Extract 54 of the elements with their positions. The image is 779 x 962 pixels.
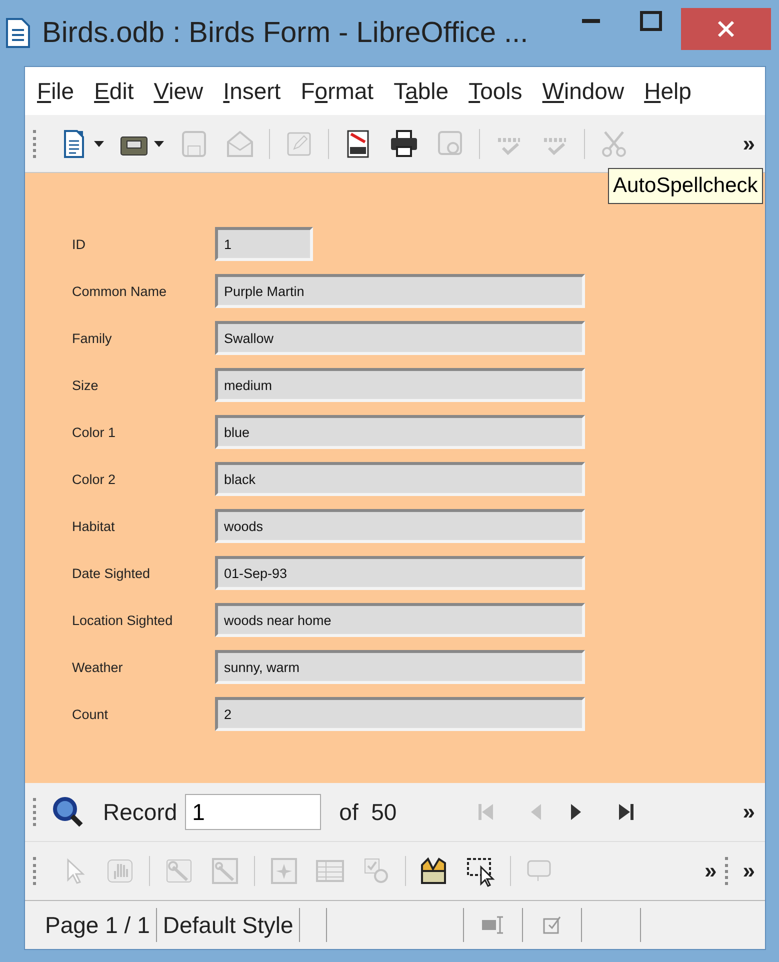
print-icon[interactable] xyxy=(388,128,420,160)
field-label: Color 1 xyxy=(72,424,117,440)
insert-mode-icon xyxy=(481,915,506,935)
menu-item[interactable]: Insert xyxy=(213,78,291,104)
menu-item[interactable]: File xyxy=(27,78,84,104)
select-rect-icon[interactable] xyxy=(465,855,497,887)
menu-item[interactable]: Tools xyxy=(458,78,532,104)
dropdown-caret-icon[interactable] xyxy=(154,140,164,146)
text-field[interactable]: woods xyxy=(215,509,585,543)
search-icon[interactable] xyxy=(51,795,85,829)
text-field[interactable]: blue xyxy=(215,415,585,449)
field-label: Date Sighted xyxy=(72,566,152,580)
record-label: Record xyxy=(103,798,178,826)
tooltip: AutoSpellcheck xyxy=(608,168,763,204)
page-status: Page 1 / 1 xyxy=(25,908,157,942)
field-label: Count xyxy=(72,706,110,722)
text-field[interactable]: black xyxy=(215,462,585,496)
menu-item[interactable]: Table xyxy=(384,78,459,104)
overflow-button[interactable]: » xyxy=(742,858,765,884)
overflow-button[interactable]: » xyxy=(742,799,765,825)
field-label: Color 2 xyxy=(72,472,117,486)
field-label: Size xyxy=(72,378,100,392)
page-style-status: Default Style xyxy=(156,908,300,942)
document-icon xyxy=(4,17,32,49)
maximize-icon[interactable] xyxy=(640,11,662,31)
dropdown-caret-icon[interactable] xyxy=(94,140,104,146)
field-label: Location Sighted xyxy=(72,612,174,628)
menu-item[interactable]: Format xyxy=(290,78,384,104)
text-field[interactable]: 01-Sep-93 xyxy=(215,556,585,590)
text-field[interactable]: 2 xyxy=(215,697,585,731)
overflow-button[interactable]: » xyxy=(704,858,725,884)
menu-item[interactable]: Help xyxy=(634,78,702,104)
next-icon[interactable] xyxy=(568,803,583,821)
text-field[interactable]: medium xyxy=(215,368,585,402)
menu-item[interactable]: Window xyxy=(532,78,634,104)
field-label: Common Name xyxy=(72,284,168,298)
record-field[interactable]: 1 xyxy=(185,794,322,830)
field-label: Weather xyxy=(72,660,124,674)
text-field[interactable]: 1 xyxy=(215,227,313,261)
menu-item[interactable]: Edit xyxy=(84,78,144,104)
field-label: Family xyxy=(72,330,113,346)
record-count: of 50 xyxy=(339,798,397,826)
field-label: ID xyxy=(72,236,86,252)
field-label: Habitat xyxy=(72,518,116,534)
window-title: Birds.odb : Birds Form - LibreOffice ... xyxy=(42,16,528,50)
text-field[interactable]: sunny, warm xyxy=(215,650,585,684)
text-field[interactable]: woods near home xyxy=(215,603,585,637)
close-icon[interactable] xyxy=(717,20,735,38)
text-field[interactable]: Purple Martin xyxy=(215,274,585,308)
close-button[interactable] xyxy=(681,8,771,50)
overflow-button[interactable]: » xyxy=(742,130,765,156)
checkbox-icon xyxy=(542,915,562,935)
menu-item[interactable]: View xyxy=(144,78,214,104)
text-field[interactable]: Swallow xyxy=(215,321,585,355)
